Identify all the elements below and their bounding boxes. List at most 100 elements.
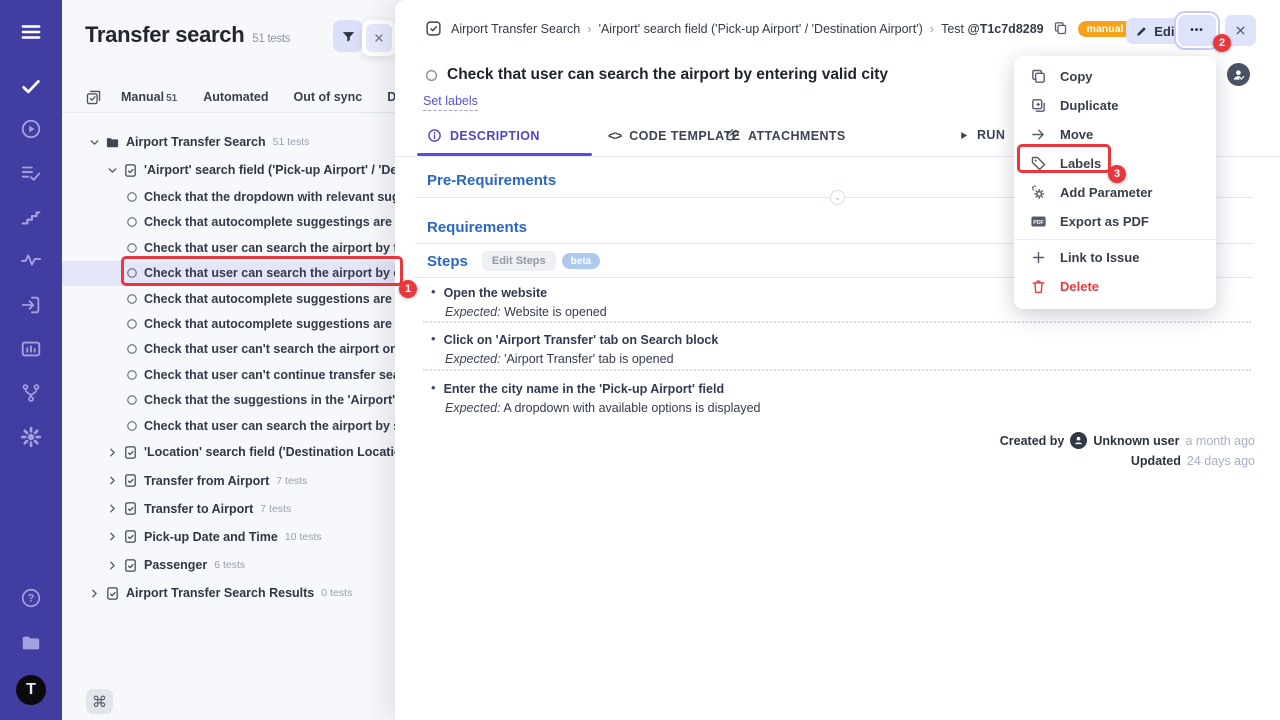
tree-item-label: Check that autocomplete suggestions are … [144,292,395,306]
tab-code-template[interactable]: <>CODE TEMPLATE [608,128,740,143]
app-logo[interactable]: T [0,672,62,708]
milestones-icon [20,382,42,404]
menu-item-delete[interactable]: Delete [1014,272,1216,301]
reports-icon [20,338,42,360]
doc-icon [123,473,138,488]
tree-close-button[interactable] [366,24,392,52]
tree-item-label: Check that user can't continue transfer … [144,368,395,382]
sidebar-item-check[interactable] [0,68,62,104]
tree-test-item[interactable]: Check that user can search the airport b… [62,413,395,438]
steps-icon [20,206,42,228]
collapse-toggle[interactable]: ⌄ [830,190,845,205]
created-ago: a month ago [1186,434,1256,448]
tree-item-label: 'Airport' search field ('Pick-up Airport… [144,163,395,177]
breadcrumb-subsuite[interactable]: 'Airport' search field ('Pick-up Airport… [599,22,923,36]
plus-icon [1030,249,1047,266]
set-labels-link[interactable]: Set labels [423,94,478,111]
menu-item-move[interactable]: Move [1014,120,1216,149]
sidebar-item-activity[interactable] [0,242,62,278]
tab-description[interactable]: DESCRIPTION [427,128,540,143]
test-circle-icon [126,242,138,254]
chevron-right-icon [106,559,119,572]
select-all-icon[interactable] [85,89,102,106]
assignee-avatar[interactable] [1227,63,1250,86]
menu-item-export-as-pdf[interactable]: PDFExport as PDF [1014,207,1216,236]
sidebar-item-settings[interactable] [0,419,62,455]
app-sidebar: ? T [0,0,62,720]
context-menu: CopyDuplicateMove Labels Add Parameter PDFE… [1014,56,1216,309]
tree-suite-item[interactable]: 'Location' search field ('Destination Lo… [62,438,395,466]
requirements-heading: Requirements [427,219,527,236]
test-circle-icon [126,420,138,432]
detail-close-button[interactable] [1225,15,1256,46]
step-action: Open the website [444,286,548,300]
menu-item-labels[interactable]: Labels [1014,149,1216,178]
tree-suite-item[interactable]: Transfer from Airport7 tests [62,466,395,494]
step-bullet-icon: • [431,380,436,395]
sidebar-item-projects[interactable] [0,625,62,661]
user-avatar-icon [1070,432,1087,449]
tree-test-item[interactable]: Check that autocomplete suggestings are … [62,210,395,235]
sidebar-item-help[interactable]: ? [0,580,62,616]
paperclip-icon [725,128,740,143]
tree-suite-item[interactable]: Airport Transfer Search Results0 tests [62,579,395,607]
run-icon [958,130,969,141]
tree-item-label: Transfer from Airport [144,474,269,488]
tree-item-count: 6 tests [214,559,245,571]
sidebar-item-play[interactable] [0,111,62,147]
test-case-tree: Airport Transfer Search51 tests 'Airport'… [62,128,395,607]
tree-item-count: 7 tests [260,503,291,515]
tree-suite-item[interactable]: Airport Transfer Search51 tests [62,128,395,156]
close-icon [1234,24,1247,37]
tree-item-label: Check that autocomplete suggestings are … [144,215,395,229]
gear-plus-icon [1030,184,1047,201]
chevron-down-icon [106,164,119,177]
filter-button[interactable] [333,20,363,52]
ellipsis-icon: ••• [1190,25,1204,36]
menu-item-copy[interactable]: Copy [1014,62,1216,91]
menu-item-duplicate[interactable]: Duplicate [1014,91,1216,120]
tree-test-item[interactable]: Check that user can't continue transfer … [62,362,395,387]
tree-item-label: 'Location' search field ('Destination Lo… [144,445,395,459]
tree-suite-item[interactable]: Pick-up Date and Time10 tests [62,523,395,551]
tree-tab-manual[interactable]: Manual51 [121,90,177,104]
menu-item-label: Add Parameter [1060,185,1152,200]
tree-tab-automated[interactable]: Automated [203,90,268,104]
doc-icon [123,445,138,460]
sidebar-item-milestones[interactable] [0,375,62,411]
tree-tab-out-of-sync[interactable]: Out of sync [293,90,362,104]
tree-item-label: Airport Transfer Search [126,135,266,149]
edit-steps-button[interactable]: Edit Steps [482,251,556,271]
tree-item-label: Check that user can search the airport b… [144,241,395,255]
doc-icon [123,558,138,573]
copy-id-icon[interactable] [1053,21,1068,36]
tree-test-item[interactable]: Check that user can search the airport b… [62,261,395,286]
breadcrumb-suite[interactable]: Airport Transfer Search [451,22,580,36]
sidebar-item-steps[interactable] [0,199,62,235]
move-icon [1030,126,1047,143]
menu-item-label: Labels [1060,156,1101,171]
tree-test-item[interactable]: Check that user can't search the airport… [62,337,395,362]
sidebar-item-sign-in[interactable] [0,287,62,323]
check-icon [20,75,42,97]
sidebar-item-reports[interactable] [0,331,62,367]
tree-suite-item[interactable]: Passenger6 tests [62,551,395,579]
tree-test-item[interactable]: Check that autocomplete suggestions are … [62,286,395,311]
tree-item-label: Check that the dropdown with relevant su… [144,190,395,204]
settings-icon [20,426,42,448]
menu-item-add-parameter[interactable]: Add Parameter [1014,178,1216,207]
sidebar-item-menu[interactable] [0,14,62,50]
menu-item-link-to-issue[interactable]: Link to Issue [1014,243,1216,272]
tree-suite-item[interactable]: 'Airport' search field ('Pick-up Airport… [62,156,395,184]
tab-run[interactable]: RUN [958,128,1005,142]
tree-test-item[interactable]: Check that the dropdown with relevant su… [62,184,395,209]
tab-attachments[interactable]: ATTACHMENTS [725,128,846,143]
tree-test-item[interactable]: Check that autocomplete suggestions are … [62,311,395,336]
tree-suite-item[interactable]: Transfer to Airport7 tests [62,495,395,523]
tree-tab-deleted[interactable]: Deleted [387,90,395,104]
tree-test-item[interactable]: Check that user can search the airport b… [62,235,395,260]
sidebar-item-test-runs[interactable] [0,155,62,191]
more-actions-button[interactable]: ••• [1178,15,1216,46]
tree-test-item[interactable]: Check that the suggestions in the 'Airpo… [62,388,395,413]
command-shortcut-button[interactable]: ⌘ [86,689,113,714]
